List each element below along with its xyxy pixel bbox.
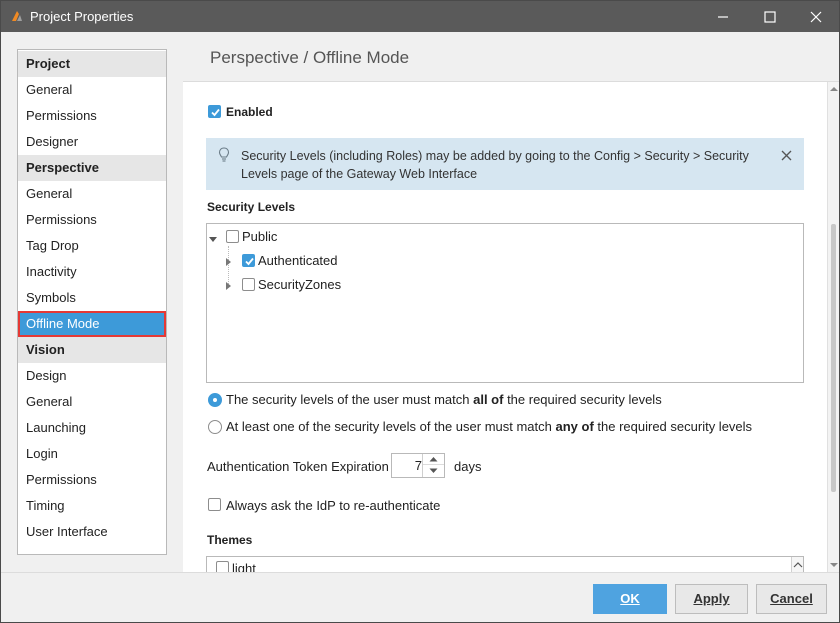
tree-node-authenticated[interactable]: Authenticated	[258, 253, 338, 268]
themes-list: light	[206, 556, 804, 572]
enabled-checkbox[interactable]	[208, 105, 221, 118]
arrow-up-icon	[793, 562, 803, 568]
sidebar-item-design[interactable]: Design	[18, 363, 166, 389]
close-button[interactable]	[793, 1, 839, 32]
sidebar-item-login[interactable]: Login	[18, 441, 166, 467]
sidebar-item-user-interface[interactable]: User Interface	[18, 519, 166, 545]
title-bar[interactable]: Project Properties	[1, 1, 839, 32]
arrow-down-icon	[429, 468, 438, 473]
expand-arrow-right-icon[interactable]	[224, 279, 232, 294]
tree-node-securityzones[interactable]: SecurityZones	[258, 277, 341, 292]
settings-main-panel: Perspective / Offline Mode Enabled Secur…	[183, 32, 839, 572]
theme-light-label[interactable]: light	[232, 561, 256, 572]
match-any-radio[interactable]	[208, 420, 222, 434]
theme-light-checkbox[interactable]	[216, 561, 229, 572]
match-all-suffix: the required security levels	[503, 392, 662, 407]
match-all-radio[interactable]	[208, 393, 222, 407]
sidebar-item-perspective-general[interactable]: General	[18, 181, 166, 207]
sidebar-item-inactivity[interactable]: Inactivity	[18, 259, 166, 285]
apply-button[interactable]: Apply	[675, 584, 748, 614]
cancel-button[interactable]: Cancel	[756, 584, 827, 614]
main-scrollbar[interactable]	[827, 82, 839, 572]
token-expiration-spinner[interactable]: 7	[391, 453, 445, 478]
checkmark-icon	[245, 257, 254, 266]
sidebar-item-vision-general[interactable]: General	[18, 389, 166, 415]
minimize-icon	[718, 15, 728, 18]
decrement-button[interactable]	[423, 465, 444, 476]
match-all-label[interactable]: The security levels of the user must mat…	[226, 392, 662, 407]
token-expiration-label: Authentication Token Expiration	[207, 459, 389, 474]
arrow-up-icon[interactable]	[829, 85, 839, 93]
sidebar-item-timing[interactable]: Timing	[18, 493, 166, 519]
themes-heading: Themes	[207, 533, 253, 547]
match-all-emphasis: all of	[473, 392, 504, 407]
sidebar-item-symbols[interactable]: Symbols	[18, 285, 166, 311]
security-levels-tree: Public Authenticated SecurityZones	[206, 223, 804, 383]
expand-arrow-down-icon[interactable]	[208, 232, 218, 247]
window-title: Project Properties	[30, 9, 134, 24]
sidebar-item-project-permissions[interactable]: Permissions	[18, 103, 166, 129]
token-expiration-value[interactable]: 7	[392, 454, 422, 477]
sidebar-item-project-general[interactable]: General	[18, 77, 166, 103]
checkmark-icon	[211, 108, 220, 117]
reauthenticate-label[interactable]: Always ask the IdP to re-authenticate	[226, 498, 440, 513]
page-title: Perspective / Offline Mode	[210, 48, 410, 67]
match-all-prefix: The security levels of the user must mat…	[226, 392, 474, 407]
settings-sidebar: Project General Permissions Designer Per…	[17, 49, 167, 555]
sidebar-item-designer[interactable]: Designer	[18, 129, 166, 155]
sidebar-header-project: Project	[18, 51, 166, 77]
sidebar-item-tag-drop[interactable]: Tag Drop	[18, 233, 166, 259]
close-icon	[810, 11, 822, 22]
panel-header: Perspective / Offline Mode	[183, 32, 839, 82]
securityzones-checkbox[interactable]	[242, 278, 255, 291]
sidebar-header-vision: Vision	[18, 337, 166, 363]
public-checkbox[interactable]	[226, 230, 239, 243]
info-banner: Security Levels (including Roles) may be…	[206, 138, 804, 190]
lightbulb-icon	[218, 147, 230, 166]
arrow-down-icon[interactable]	[829, 561, 839, 569]
minimize-button[interactable]	[700, 1, 746, 32]
dismiss-info-button[interactable]	[781, 149, 792, 164]
info-message: Security Levels (including Roles) may be…	[241, 149, 749, 181]
ok-button[interactable]: OK	[593, 584, 667, 614]
spinner-buttons	[422, 454, 444, 477]
expand-arrow-right-icon[interactable]	[224, 255, 232, 270]
scroll-thumb[interactable]	[831, 224, 836, 492]
reauthenticate-checkbox[interactable]	[208, 498, 221, 511]
sidebar-item-launching[interactable]: Launching	[18, 415, 166, 441]
close-icon	[781, 150, 792, 161]
token-expiration-unit: days	[454, 459, 482, 474]
themes-scroll-up-button[interactable]	[791, 557, 803, 572]
maximize-icon	[764, 10, 776, 23]
match-any-suffix: the required security levels	[593, 419, 753, 434]
increment-button[interactable]	[423, 454, 444, 465]
arrow-up-icon	[429, 457, 438, 462]
match-any-label[interactable]: At least one of the security levels of t…	[226, 419, 752, 434]
dialog-footer: OK Apply Cancel	[1, 572, 839, 622]
enabled-label[interactable]: Enabled	[226, 105, 273, 119]
app-logo-icon	[10, 9, 24, 23]
sidebar-item-offline-mode[interactable]: Offline Mode	[18, 311, 166, 337]
sidebar-item-perspective-permissions[interactable]: Permissions	[18, 207, 166, 233]
match-any-emphasis: any of	[555, 419, 594, 434]
tree-node-public[interactable]: Public	[242, 229, 277, 244]
sidebar-header-perspective: Perspective	[18, 155, 166, 181]
security-levels-heading: Security Levels	[207, 200, 296, 214]
maximize-button[interactable]	[747, 1, 793, 32]
match-any-prefix: At least one of the security levels of t…	[226, 419, 556, 434]
project-properties-window: Project Properties Project General Permi…	[0, 0, 840, 623]
authenticated-checkbox[interactable]	[242, 254, 255, 267]
sidebar-item-vision-permissions[interactable]: Permissions	[18, 467, 166, 493]
